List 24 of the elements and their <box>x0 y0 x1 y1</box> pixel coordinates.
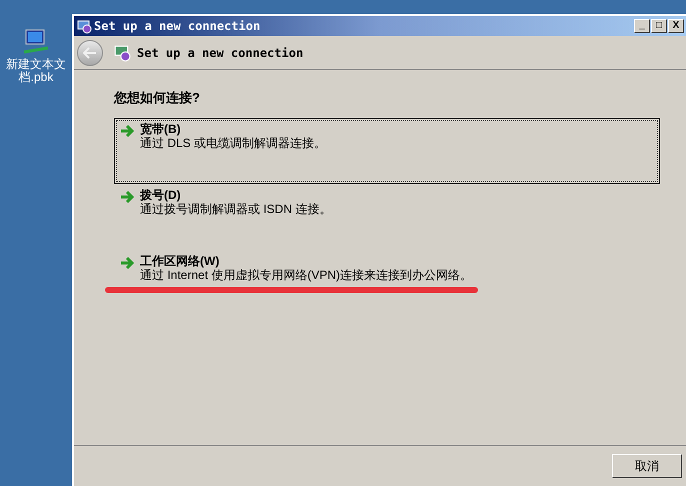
close-button[interactable]: X <box>668 19 684 33</box>
option-title: 工作区网络(W) <box>140 254 220 268</box>
option-description: 通过 DLS 或电缆调制解调器连接。 <box>140 136 326 150</box>
back-button[interactable] <box>77 40 103 66</box>
connection-icon <box>76 18 92 34</box>
option-description: 通过 Internet 使用虚拟专用网络(VPN)连接来连接到办公网络。 <box>140 268 472 282</box>
minimize-button[interactable]: _ <box>634 19 650 33</box>
window-title: Set up a new connection <box>94 18 260 35</box>
wizard-title: Set up a new connection <box>137 44 304 62</box>
maximize-button[interactable]: □ <box>651 19 667 33</box>
option-title: 宽带(B) <box>140 122 182 136</box>
connection-option[interactable]: 拨号(D) 通过拨号调制解调器或 ISDN 连接。 <box>114 184 660 250</box>
right-arrow-icon <box>120 124 134 136</box>
question-heading: 您想如何连接? <box>114 89 201 107</box>
desktop-icon-label[interactable]: 新建文本文档.pbk <box>3 58 69 84</box>
option-title: 拨号(D) <box>140 188 182 202</box>
back-arrow-icon <box>83 46 97 58</box>
right-arrow-icon <box>120 256 134 268</box>
right-arrow-icon <box>120 190 134 202</box>
connection-option[interactable]: 工作区网络(W) 通过 Internet 使用虚拟专用网络(VPN)连接来连接到办公网络。 <box>114 250 660 316</box>
option-description: 通过拨号调制解调器或 ISDN 连接。 <box>140 202 332 216</box>
connection-option[interactable]: 宽带(B) 通过 DLS 或电缆调制解调器连接。 <box>114 118 660 184</box>
cancel-button[interactable]: 取消 <box>612 454 682 478</box>
connection-icon <box>113 44 131 62</box>
